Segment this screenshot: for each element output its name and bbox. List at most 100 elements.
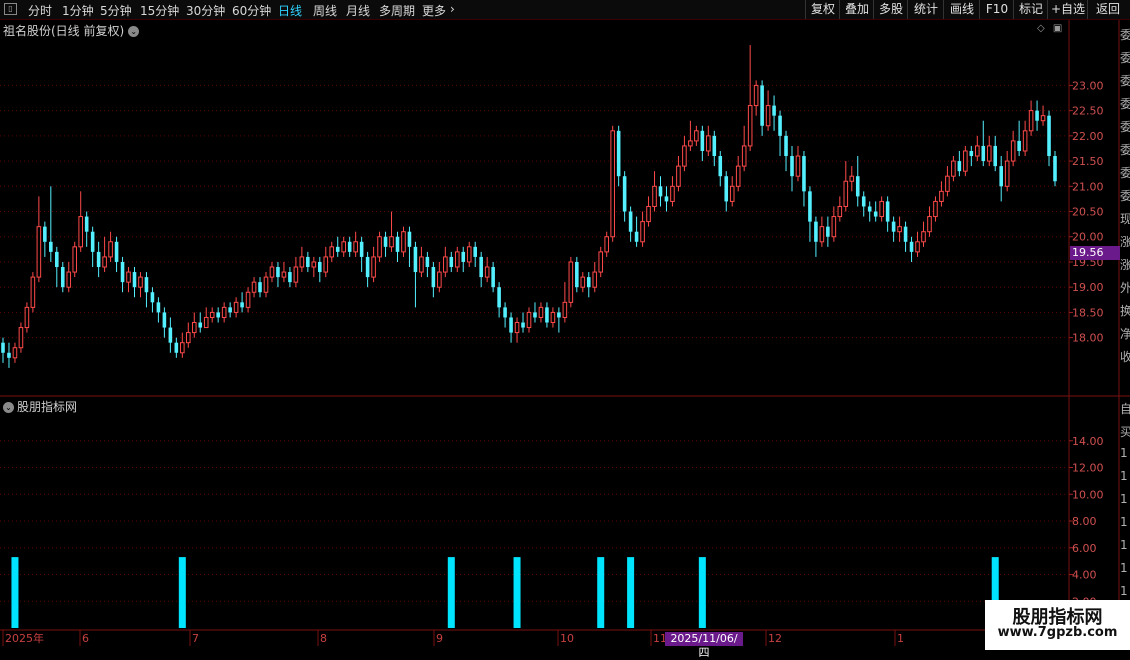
right-column-glyph: 净 xyxy=(1120,327,1130,341)
candle-body xyxy=(718,156,723,177)
candle-body xyxy=(724,176,729,202)
right-column-glyph: 买 xyxy=(1120,425,1130,439)
candle-body xyxy=(849,175,855,182)
candle-body xyxy=(873,211,878,217)
candle-body xyxy=(550,311,556,324)
candle-body xyxy=(688,140,693,147)
candle-body xyxy=(784,135,788,157)
candle-body xyxy=(957,161,962,172)
candle-body xyxy=(353,241,358,253)
candle-body xyxy=(90,231,95,252)
candle-body xyxy=(347,241,352,252)
candle-body xyxy=(258,282,262,293)
candle-body xyxy=(1010,140,1016,162)
candle-body xyxy=(473,246,477,257)
date-axis-label: 1 xyxy=(897,632,904,645)
candle-body xyxy=(747,105,753,147)
signal-bar xyxy=(627,557,635,628)
date-axis-label: 12 xyxy=(768,632,782,645)
candle-body xyxy=(24,306,30,329)
candle-body xyxy=(741,145,747,167)
right-column-glyph: 涨 xyxy=(1120,258,1130,272)
candle-body xyxy=(586,277,591,288)
candle-body xyxy=(790,156,794,177)
candle-body xyxy=(371,256,376,278)
candle-body xyxy=(802,156,806,192)
candle-body xyxy=(288,272,292,283)
right-column-glyph: 委 xyxy=(1120,143,1130,157)
signal-bar xyxy=(11,557,19,628)
candle-body xyxy=(562,301,568,318)
candle-body xyxy=(484,266,490,278)
candle-body xyxy=(209,311,215,318)
signal-bar xyxy=(447,557,455,628)
candle-body xyxy=(975,145,980,157)
candle-body xyxy=(939,190,944,202)
candle-body xyxy=(676,165,681,187)
candle-body xyxy=(329,246,335,258)
candle-body xyxy=(1028,110,1034,132)
right-column-glyph: 1 xyxy=(1120,515,1128,529)
candle-body xyxy=(162,312,167,328)
candle-body xyxy=(359,241,364,257)
candle-body xyxy=(879,200,884,218)
candle-body xyxy=(174,342,179,353)
candle-body xyxy=(1022,130,1028,152)
candle-body xyxy=(760,85,764,126)
candle-body xyxy=(108,241,113,258)
candle-body xyxy=(795,155,801,177)
candle-body xyxy=(156,302,161,313)
candle-body xyxy=(497,287,501,308)
candle-body xyxy=(867,206,872,212)
date-axis-label: 2025年 xyxy=(5,631,44,645)
candle-body xyxy=(431,267,436,288)
candle-body xyxy=(198,322,203,328)
candle-body xyxy=(18,327,24,349)
candle-body xyxy=(843,180,849,207)
candle-body xyxy=(622,176,627,212)
candle-body xyxy=(132,272,137,288)
candle-body xyxy=(168,327,173,343)
candle-body xyxy=(43,226,47,242)
price-axis-label: 23.00 xyxy=(1072,79,1104,92)
candle-body xyxy=(897,226,902,233)
candle-body xyxy=(729,185,735,202)
indicator-axis-label: 14.00 xyxy=(1072,435,1104,448)
candle-body xyxy=(150,292,155,303)
right-column-glyph: 委 xyxy=(1120,74,1130,88)
candle-body xyxy=(1035,110,1039,121)
candle-body xyxy=(240,302,244,308)
candle-body xyxy=(628,211,633,232)
candle-body xyxy=(514,322,520,334)
candle-body xyxy=(808,191,812,222)
right-column-glyph: 1 xyxy=(1120,492,1128,506)
candle-body xyxy=(1017,140,1021,151)
candle-body xyxy=(1047,115,1051,157)
candle-body xyxy=(927,216,932,233)
date-axis-label: 10 xyxy=(560,632,574,645)
chart-canvas[interactable]: 23.0022.5022.0021.5021.0020.5020.0019.50… xyxy=(0,0,1130,650)
candle-body xyxy=(753,84,759,107)
candle-body xyxy=(640,221,645,243)
candle-body xyxy=(616,130,621,177)
date-axis-label: 9 xyxy=(436,632,443,645)
candle-body xyxy=(269,266,275,278)
candle-body xyxy=(891,221,896,232)
candle-body xyxy=(221,306,227,318)
candle-body xyxy=(819,226,825,243)
right-column-glyph: 换 xyxy=(1120,304,1130,318)
right-column-glyph: 委 xyxy=(1120,120,1130,134)
right-column-glyph: 1 xyxy=(1120,446,1128,460)
candle-body xyxy=(335,246,340,252)
candle-body xyxy=(610,130,615,238)
candle-body xyxy=(454,251,460,268)
candle-body xyxy=(545,307,549,323)
signal-bar xyxy=(178,557,186,628)
candle-body xyxy=(407,231,412,247)
candle-body xyxy=(682,145,687,167)
price-axis-label: 19.00 xyxy=(1072,281,1104,294)
candle-body xyxy=(509,317,513,333)
candle-body xyxy=(245,291,251,308)
candle-body xyxy=(915,241,920,253)
candle-body xyxy=(658,186,663,197)
